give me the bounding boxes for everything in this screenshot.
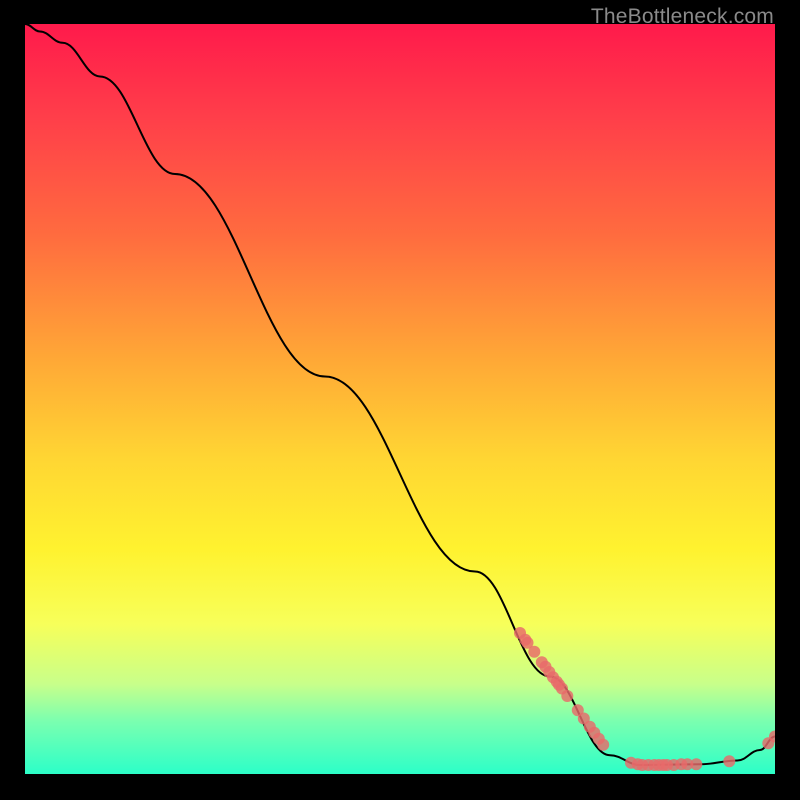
marker-dot: [723, 755, 735, 767]
chart-frame: TheBottleneck.com: [0, 0, 800, 800]
marker-dot: [597, 739, 609, 751]
marker-dot: [528, 646, 540, 658]
chart-svg: [25, 24, 775, 774]
bottleneck-curve: [25, 24, 775, 765]
watermark-label: TheBottleneck.com: [591, 5, 774, 29]
plot-area: [25, 24, 775, 774]
marker-dot: [561, 690, 573, 702]
marker-dots: [514, 627, 775, 771]
marker-dot: [690, 758, 702, 770]
